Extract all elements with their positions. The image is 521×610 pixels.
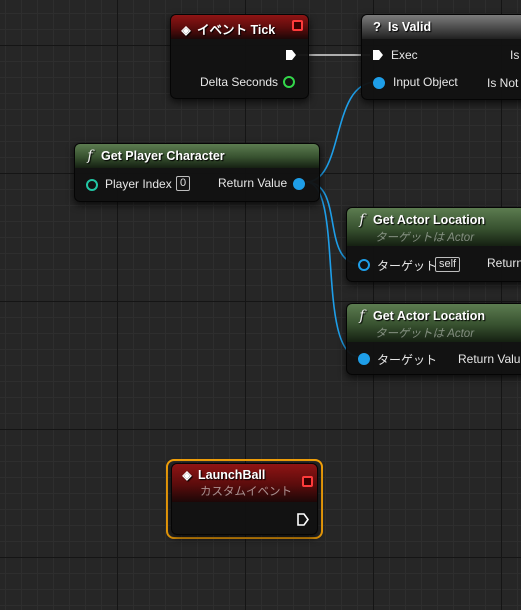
input-object-label: Input Object — [393, 75, 458, 89]
player-index-value[interactable]: 0 — [176, 176, 191, 191]
event-diamond-icon: ◈ — [182, 468, 192, 482]
return-label-1: Return — [487, 256, 521, 270]
get-actor-location-node-2[interactable]: f Get Actor Location ターゲットは Actor ターゲット R… — [346, 303, 521, 375]
function-icon: f — [359, 212, 365, 228]
event-diamond-icon: ◈ — [181, 23, 191, 37]
target-label-2: ターゲット — [377, 353, 438, 367]
get-actor-location-subtitle-2: ターゲットは Actor — [375, 328, 475, 340]
get-actor-location-title-1: Get Actor Location — [373, 213, 486, 227]
target-pin-1[interactable] — [358, 259, 370, 271]
return-value-label-2: Return Valu — [458, 352, 521, 366]
is-valid-title: Is Valid — [388, 20, 432, 34]
target-label-1: ターゲット — [377, 259, 438, 273]
function-icon: f — [87, 148, 93, 164]
event-tick-header[interactable]: ◈ イベント Tick — [171, 15, 308, 39]
player-index-label: Player Index — [105, 177, 172, 191]
launch-ball-header[interactable]: ◈ LaunchBall カスタムイベント — [172, 464, 317, 502]
get-actor-location-subtitle-1: ターゲットは Actor — [375, 232, 475, 244]
target-pin-2[interactable] — [358, 353, 370, 365]
is-valid-header[interactable]: ? Is Valid — [362, 15, 521, 39]
launch-ball-title: LaunchBall — [198, 468, 266, 482]
delegate-pin-icon[interactable] — [292, 20, 303, 31]
delta-seconds-label: Delta Seconds — [200, 75, 279, 89]
get-actor-location-header-2[interactable]: f Get Actor Location ターゲットは Actor — [347, 304, 521, 342]
get-player-character-title: Get Player Character — [101, 149, 225, 163]
return-value-label: Return Value — [218, 176, 288, 190]
delegate-pin-icon[interactable] — [302, 476, 313, 487]
is-valid-out-label: Is — [510, 48, 520, 62]
target-self-value[interactable]: self — [435, 257, 461, 272]
exec-label: Exec — [391, 48, 418, 62]
input-object-pin[interactable] — [373, 77, 385, 89]
is-not-valid-label: Is Not — [487, 76, 519, 90]
player-index-pin[interactable] — [86, 179, 98, 191]
launch-ball-node[interactable]: ◈ LaunchBall カスタムイベント — [171, 463, 318, 535]
get-player-character-node[interactable]: f Get Player Character Player Index 0 Ret… — [74, 143, 320, 202]
return-value-pin[interactable] — [293, 178, 305, 190]
get-actor-location-title-2: Get Actor Location — [373, 309, 486, 323]
launch-ball-subtitle: カスタムイベント — [200, 486, 292, 498]
is-valid-node[interactable]: ? Is Valid Exec Is Input Object Is Not — [361, 14, 521, 100]
question-icon: ? — [373, 19, 381, 34]
event-tick-title: イベント Tick — [197, 23, 276, 37]
get-actor-location-header-1[interactable]: f Get Actor Location ターゲットは Actor — [347, 208, 521, 246]
function-icon: f — [359, 308, 365, 324]
get-player-character-header[interactable]: f Get Player Character — [75, 144, 319, 168]
get-actor-location-node-1[interactable]: f Get Actor Location ターゲットは Actor ターゲット s… — [346, 207, 521, 282]
delta-seconds-pin[interactable] — [283, 76, 295, 88]
event-tick-node[interactable]: ◈ イベント Tick Delta Seconds — [170, 14, 309, 99]
